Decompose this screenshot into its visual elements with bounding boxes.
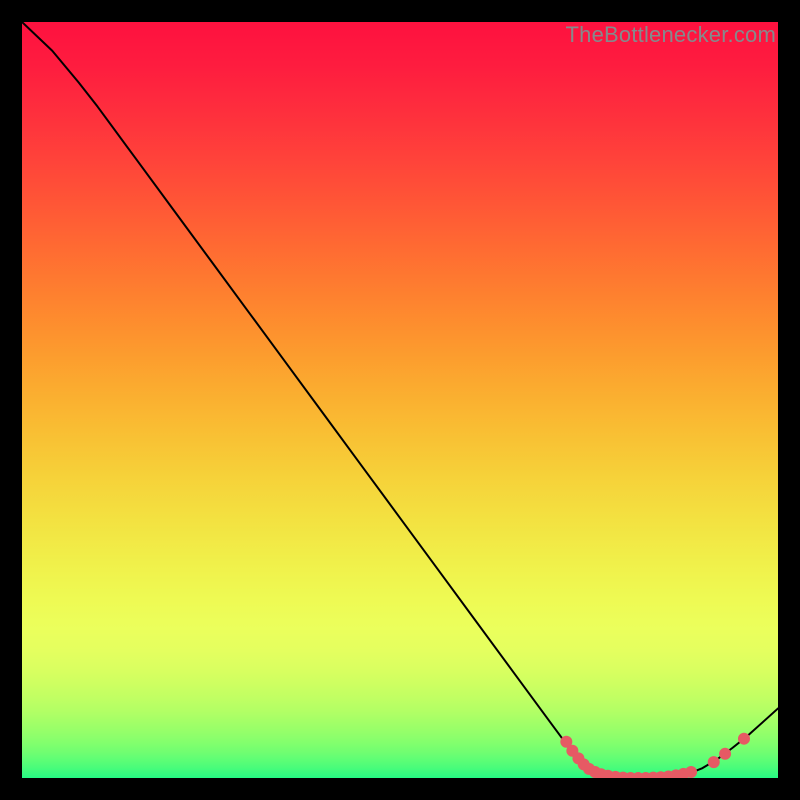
curve-marker <box>708 756 720 768</box>
curve-marker <box>685 766 697 778</box>
bottleneck-chart <box>22 22 778 778</box>
gradient-background <box>22 22 778 778</box>
watermark-text: TheBottlenecker.com <box>566 22 776 48</box>
curve-marker <box>719 748 731 760</box>
curve-marker <box>738 733 750 745</box>
chart-frame: TheBottlenecker.com <box>22 22 778 778</box>
